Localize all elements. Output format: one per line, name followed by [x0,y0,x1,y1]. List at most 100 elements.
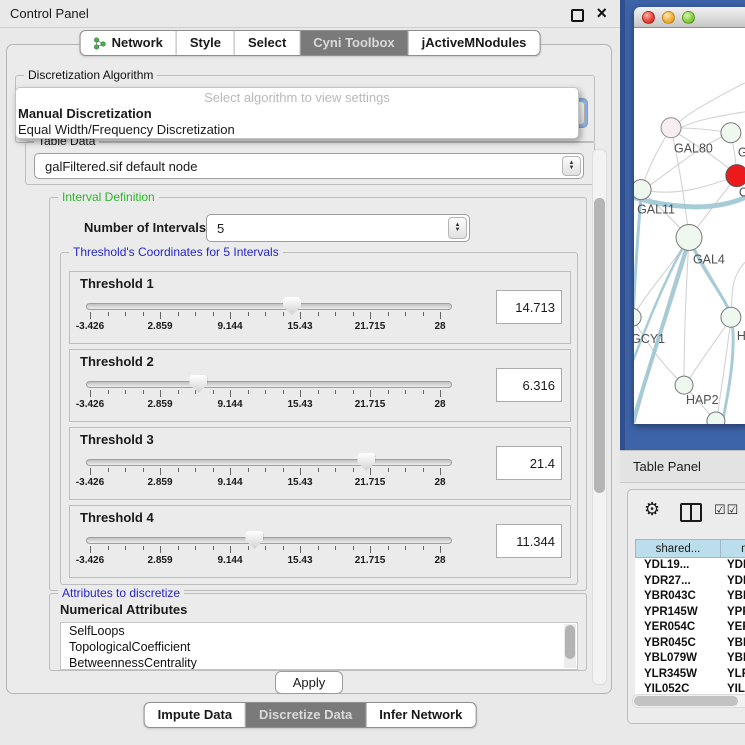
combo-stepper-icon[interactable]: ▲ ▼ [562,156,581,176]
tab-label: jActiveMNodules [422,31,527,55]
close-icon[interactable]: × [596,3,607,24]
tab-discretize-data[interactable]: Discretize Data [246,703,366,727]
threshold-3-slider[interactable]: -3.4262.8599.14415.4321.71528 [84,452,464,496]
network-edge [634,240,687,368]
threshold-1-slider[interactable]: -3.4262.8599.14415.4321.71528 [84,296,464,340]
attribute-selfloops[interactable]: SelfLoops [61,623,577,639]
network-node-gal11[interactable] [634,180,651,200]
scrollbar-thumb[interactable] [565,625,575,659]
table-row[interactable]: YBR043CYBR0 [635,589,745,605]
slider-thumb[interactable] [357,453,375,471]
tick-mark [318,390,319,394]
threshold-4-value-field[interactable]: 11.344 [496,524,562,558]
slider-thumb[interactable] [189,375,207,393]
network-node-gal4[interactable] [676,225,702,251]
tab-impute-data[interactable]: Impute Data [145,703,246,727]
table-cell: YBR043C [635,589,719,605]
threshold-1-value-field[interactable]: 14.713 [496,290,562,324]
select-checkboxes-icon[interactable]: ☑☑ [714,502,739,518]
tick-mark [230,312,231,319]
slider-thumb[interactable] [283,297,301,315]
algorithm-dropdown-popup: Select algorithm to view settings Manual… [15,87,579,139]
tick-mark [440,468,441,475]
tick-mark [283,546,284,550]
zoom-traffic-light-icon[interactable] [682,11,695,24]
table-horizontal-scrollbar[interactable] [632,694,745,708]
table-cell: YDR2 [719,574,745,590]
table-data-group: Table Data galFiltered.sif default node … [25,141,595,185]
minimize-traffic-light-icon[interactable] [662,11,675,24]
tab-select[interactable]: Select [235,31,300,55]
numerical-attributes-list[interactable]: SelfLoopsTopologicalCoefficientBetweenne… [60,622,578,670]
float-window-icon[interactable] [571,9,584,22]
table-row[interactable]: YLR345WYLR3 [635,667,745,683]
tab-jactivemnodules[interactable]: jActiveMNodules [409,31,540,55]
table-data-combobox[interactable]: galFiltered.sif default node ▲ ▼ [34,153,584,179]
tick-mark [440,390,441,397]
scrollbar-thumb[interactable] [594,198,605,493]
network-view-window[interactable]: GAL80GACGAL11GAL4GCY1HHAP2 [634,7,745,424]
algorithm-option-manual-discretization[interactable]: Manual Discretization [16,106,578,122]
tab-cyni-toolbox[interactable]: Cyni Toolbox [300,31,408,55]
control-panel-scrollbar[interactable] [592,149,607,685]
tick-mark [283,390,284,394]
node-label: GAL80 [674,142,713,156]
tab-style[interactable]: Style [177,31,235,55]
threshold-2-slider[interactable]: -3.4262.8599.14415.4321.71528 [84,374,464,418]
scrollbar-thumb[interactable] [634,696,738,706]
slider-track [86,303,452,310]
table-row[interactable]: YDL19...YDL1 [635,558,745,574]
column-header-shared[interactable]: shared... [635,539,721,558]
table-cell: YBR0 [719,589,745,605]
network-canvas[interactable]: GAL80GACGAL11GAL4GCY1HHAP2 [634,28,745,424]
control-panel-titlebar: Control Panel × [0,0,620,28]
tab-infer-network[interactable]: Infer Network [366,703,475,727]
tick-mark [318,312,319,316]
algorithm-options: Manual DiscretizationEqual Width/Frequen… [16,106,578,138]
threshold-label: Threshold 1 [80,276,154,291]
column-split-icon[interactable] [680,503,702,522]
table-row[interactable]: YER054CYER0 [635,620,745,636]
network-node-hap2[interactable] [675,376,693,394]
tick-label: 2.859 [130,555,190,566]
network-node-gcy1[interactable] [634,308,641,326]
network-node-h[interactable] [721,307,741,327]
close-traffic-light-icon[interactable] [642,11,655,24]
network-node-gal80[interactable] [661,118,681,138]
spinner-stepper-icon[interactable]: ▲ ▼ [448,217,467,239]
table-row[interactable]: YDR27...YDR2 [635,574,745,590]
tick-mark [195,390,196,394]
network-node-c[interactable] [726,165,745,187]
tick-label: 9.144 [200,477,260,488]
table-toolbar: ⚙ ☑☑ [628,496,745,530]
attributes-list-scrollbar[interactable] [564,624,576,668]
right-column: GAL80GACGAL11GAL4GCY1HHAP2 Table Panel ⚙… [620,0,745,745]
apply-button[interactable]: Apply [275,671,343,694]
attribute-topologicalcoefficient[interactable]: TopologicalCoefficient [61,639,577,655]
network-node-ga[interactable] [721,123,741,143]
table-row[interactable]: YBR045CYBR0 [635,636,745,652]
control-panel-tab-bar: NetworkStyleSelectCyni Toolbox jActiveMNo… [80,30,541,56]
thresholds-coordinates-group: Threshold's Coordinates for 5 Intervals … [60,252,578,585]
tab-network[interactable]: Network [81,31,177,55]
attribute-betweennesscentrality[interactable]: BetweennessCentrality [61,655,577,670]
discretization-algorithm-group-title: Discretization Algorithm [24,68,157,82]
network-desktop-area: GAL80GACGAL11GAL4GCY1HHAP2 [620,0,745,450]
threshold-2-value-field[interactable]: 6.316 [496,368,562,402]
threshold-3-value-field[interactable]: 21.4 [496,446,562,480]
number-of-intervals-spinner[interactable]: 5 ▲ ▼ [206,214,470,242]
node-label: C [739,186,745,200]
table-row[interactable]: YBL079WYBL0 [635,651,745,667]
attributes-to-discretize-group: Attributes to discretize Numerical Attri… [49,593,587,671]
column-header-na[interactable]: na [721,539,745,558]
table-cell: YDL1 [719,558,745,574]
algorithm-option-equal-width-frequency-discretization[interactable]: Equal Width/Frequency Discretization [16,122,578,138]
node-label: GAL11 [637,203,675,217]
threshold-4-slider[interactable]: -3.4262.8599.14415.4321.71528 [84,530,464,574]
table-row[interactable]: YPR145WYPR1 [635,605,745,621]
tick-mark [423,468,424,472]
settings-gear-icon[interactable]: ⚙ [644,499,660,520]
tick-mark [370,546,371,553]
node-table: shared...na YDL19...YDL1YDR27...YDR2YBR0… [635,539,745,698]
algorithm-placeholder-option[interactable]: Select algorithm to view settings [16,90,578,106]
